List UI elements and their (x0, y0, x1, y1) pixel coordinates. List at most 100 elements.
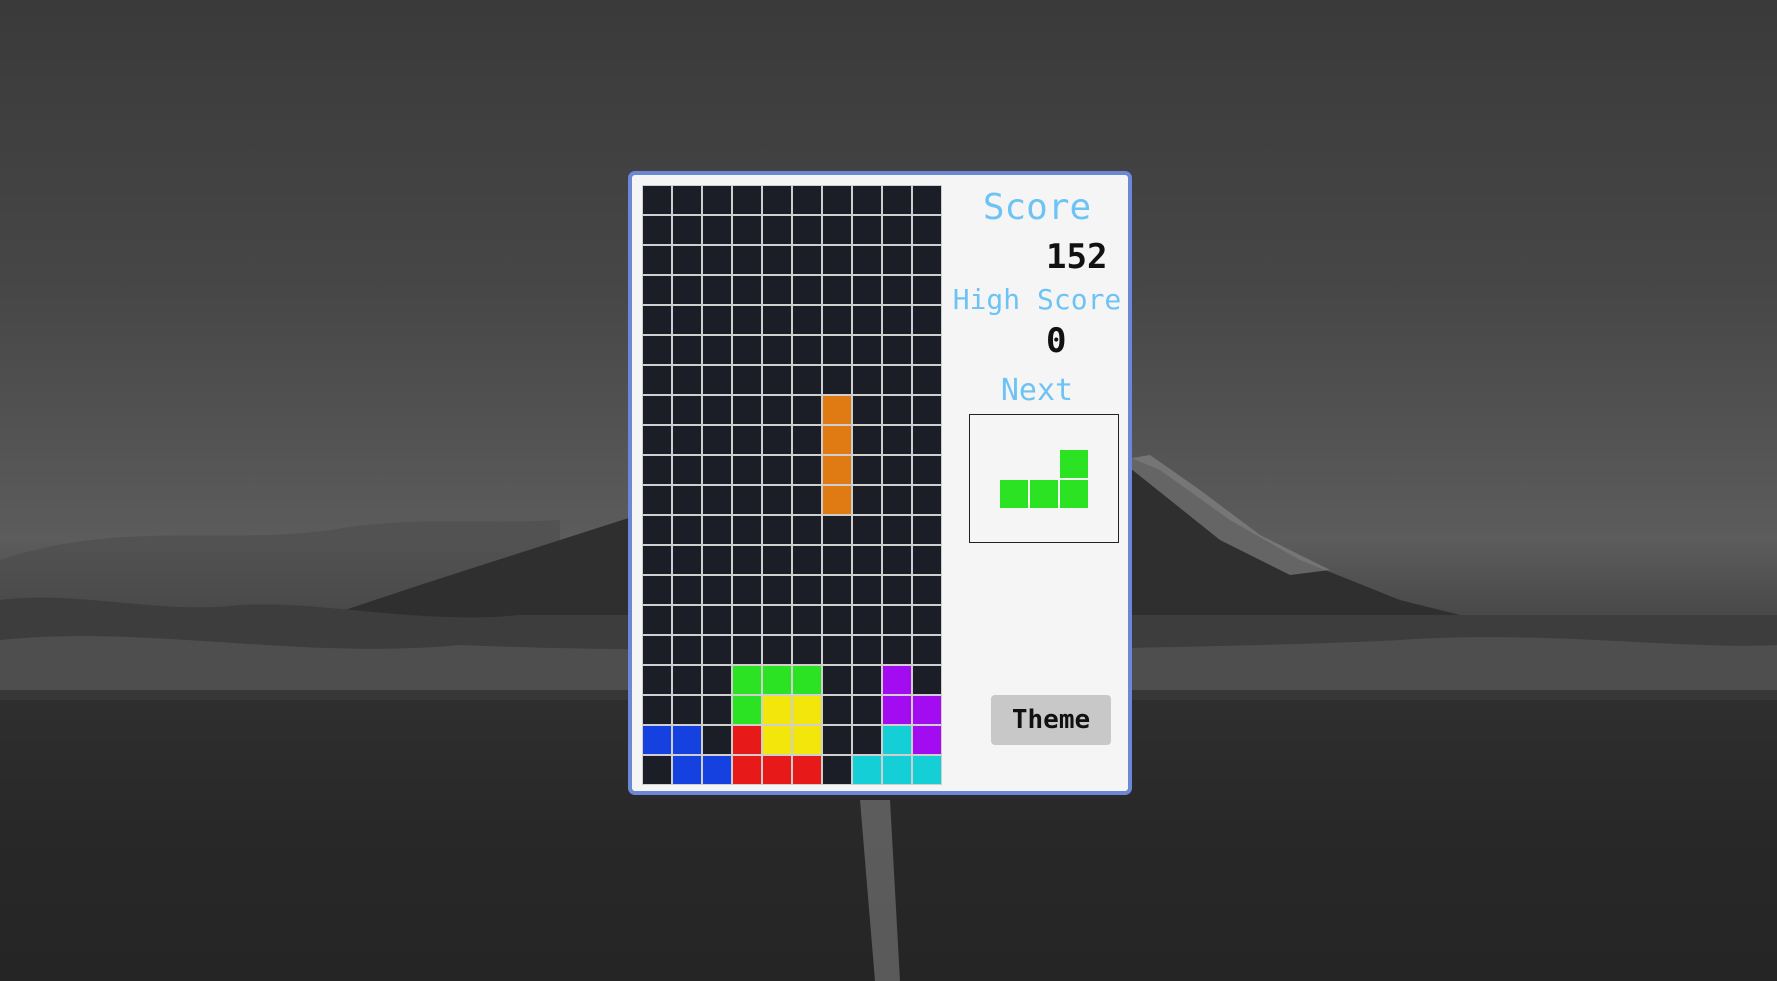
board-cell-empty (732, 605, 762, 635)
board-cell-empty (702, 485, 732, 515)
board-cell-empty (792, 275, 822, 305)
board-cell-empty (672, 425, 702, 455)
board-cell-empty (702, 695, 732, 725)
board-cell-empty (852, 725, 882, 755)
board-cell-empty (912, 545, 942, 575)
board-cell-empty (642, 695, 672, 725)
board-cell-empty (792, 455, 822, 485)
board-cell-empty (882, 185, 912, 215)
board-cell-empty (882, 635, 912, 665)
board-cell-empty (732, 545, 762, 575)
board-cell-empty (882, 425, 912, 455)
board-cell-empty (852, 635, 882, 665)
board-cell-empty (912, 335, 942, 365)
board-cell-empty (762, 545, 792, 575)
board-cell-empty (732, 215, 762, 245)
board-cell-empty (912, 395, 942, 425)
board-cell-empty (852, 185, 882, 215)
board-cell-empty (792, 395, 822, 425)
board-cell-block (912, 725, 942, 755)
board-cell-empty (642, 365, 672, 395)
board-cell-empty (912, 245, 942, 275)
board-cell-empty (852, 335, 882, 365)
board-cell-empty (822, 545, 852, 575)
board-cell-empty (732, 275, 762, 305)
board-cell-empty (672, 605, 702, 635)
board-cell-block (912, 755, 942, 785)
board-cell-empty (642, 635, 672, 665)
board-cell-block (882, 665, 912, 695)
board-cell-empty (732, 185, 762, 215)
board-cell-empty (702, 215, 732, 245)
board-cell-empty (642, 425, 672, 455)
board-cell-empty (822, 275, 852, 305)
board-cell-block (822, 485, 852, 515)
board-cell-empty (732, 335, 762, 365)
board-cell-empty (882, 275, 912, 305)
board-cell-empty (762, 215, 792, 245)
board-cell-empty (702, 425, 732, 455)
board-cell-empty (702, 395, 732, 425)
board-cell-empty (852, 485, 882, 515)
high-score-value: 0 (1046, 321, 1067, 361)
board-cell-empty (732, 305, 762, 335)
board-cell-empty (792, 245, 822, 275)
board-cell-empty (822, 575, 852, 605)
board-cell-block (822, 395, 852, 425)
board-cell-empty (822, 755, 852, 785)
board-cell-empty (822, 605, 852, 635)
next-piece-block (999, 479, 1029, 509)
board-cell-empty (762, 515, 792, 545)
board-cell-empty (792, 485, 822, 515)
board-cell-block (882, 695, 912, 725)
board-cell-empty (762, 365, 792, 395)
board-cell-empty (882, 395, 912, 425)
board-cell-empty (882, 335, 912, 365)
board-cell-empty (852, 695, 882, 725)
board-cell-empty (912, 455, 942, 485)
board-cell-empty (822, 245, 852, 275)
board-cell-empty (912, 485, 942, 515)
board-cell-empty (882, 305, 912, 335)
board-cell-empty (792, 635, 822, 665)
board-cell-empty (672, 275, 702, 305)
board-cell-empty (642, 605, 672, 635)
next-piece-preview (969, 414, 1119, 543)
board-cell-empty (912, 605, 942, 635)
board-cell-block (732, 725, 762, 755)
board-cell-empty (642, 275, 672, 305)
board-cell-empty (762, 425, 792, 455)
board-cell-block (672, 725, 702, 755)
board-cell-empty (672, 215, 702, 245)
board-cell-empty (702, 515, 732, 545)
board-cell-empty (642, 335, 672, 365)
score-label: Score (982, 187, 1092, 228)
board-cell-empty (702, 725, 732, 755)
board-cell-empty (792, 515, 822, 545)
theme-button[interactable]: Theme (991, 695, 1111, 745)
board-cell-empty (732, 635, 762, 665)
board-cell-empty (852, 395, 882, 425)
board-cell-empty (702, 185, 732, 215)
board-cell-empty (732, 425, 762, 455)
side-panel: Score 152 High Score 0 Next Theme (946, 175, 1128, 791)
board-cell-empty (672, 485, 702, 515)
board-cell-empty (852, 365, 882, 395)
board-cell-empty (822, 665, 852, 695)
board-cell-empty (882, 605, 912, 635)
board-cell-empty (672, 695, 702, 725)
board-cell-empty (792, 605, 822, 635)
board-cell-empty (852, 455, 882, 485)
board-cell-empty (672, 365, 702, 395)
board-cell-empty (732, 365, 762, 395)
board-cell-empty (852, 425, 882, 455)
board-cell-empty (882, 455, 912, 485)
board-cell-empty (642, 755, 672, 785)
board-cell-empty (702, 365, 732, 395)
board-cell-empty (882, 515, 912, 545)
board-cell-block (762, 665, 792, 695)
board-cell-block (672, 755, 702, 785)
board-cell-empty (762, 605, 792, 635)
board-cell-block (702, 755, 732, 785)
board-cell-empty (792, 215, 822, 245)
